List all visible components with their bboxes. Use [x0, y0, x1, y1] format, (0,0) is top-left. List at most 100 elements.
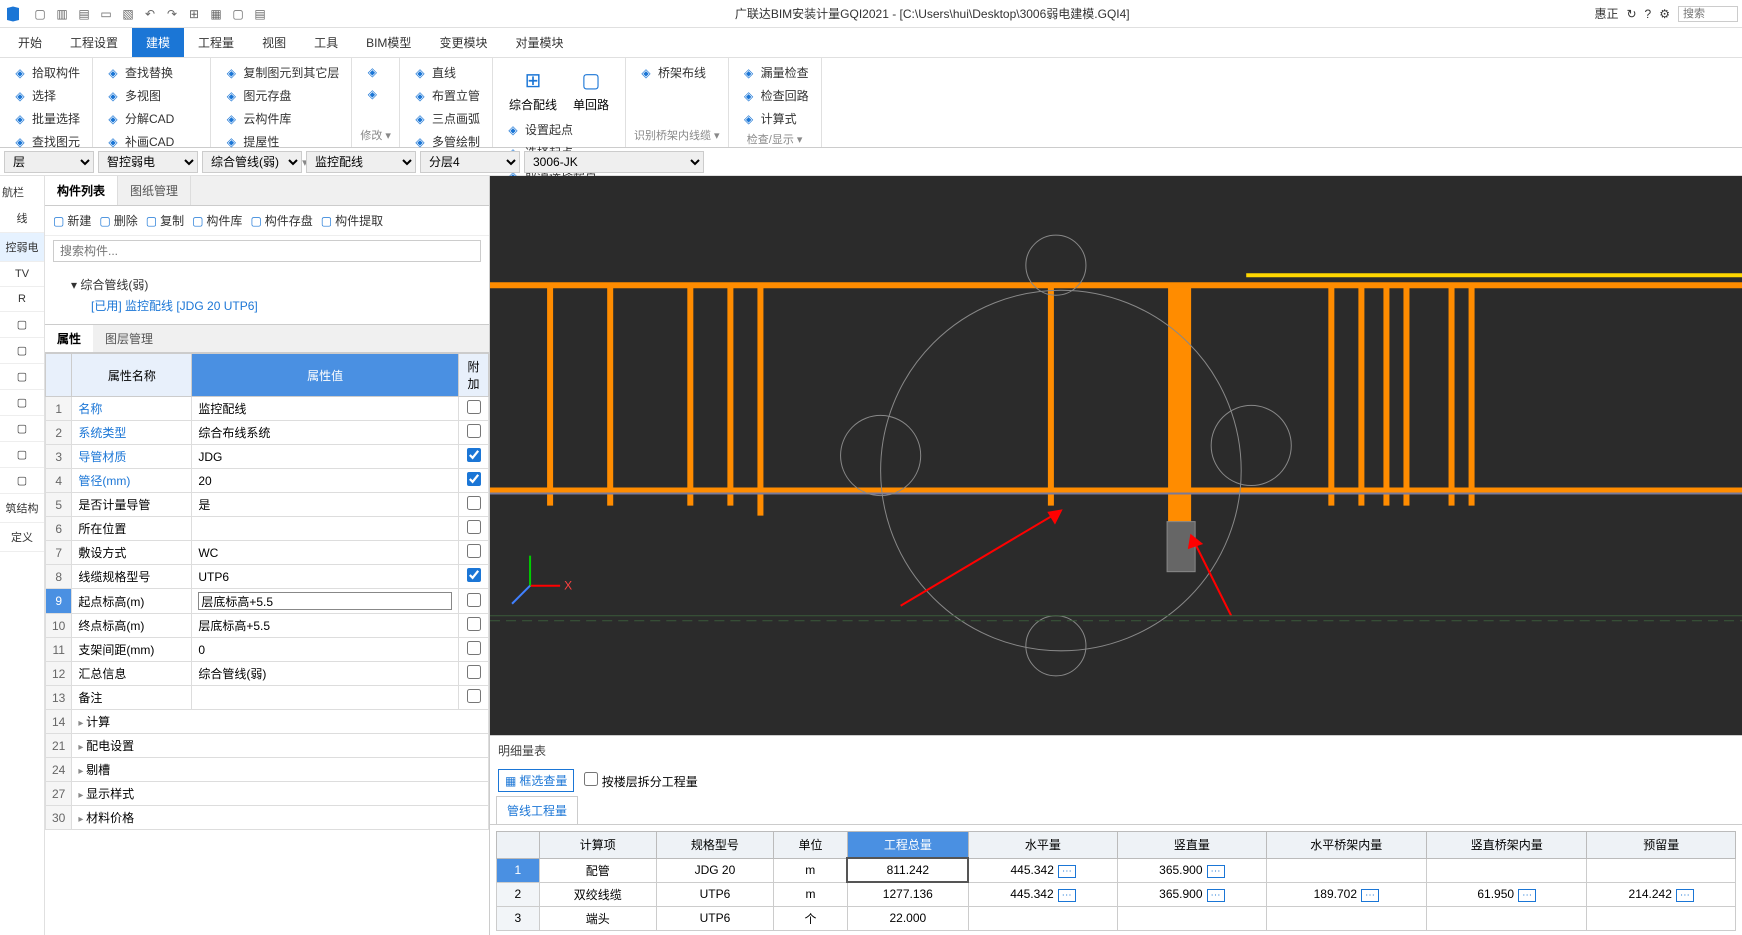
component-search-input[interactable] — [53, 240, 481, 262]
prop-add-checkbox[interactable] — [467, 496, 481, 510]
prop-row-index[interactable]: 6 — [46, 517, 72, 541]
prop-name[interactable]: 起点标高(m) — [72, 589, 192, 614]
selector-floor[interactable]: 层 — [4, 151, 94, 173]
more-icon[interactable]: ⋯ — [1058, 889, 1076, 902]
nav-item[interactable]: ▢ — [0, 364, 44, 390]
settings-icon[interactable]: ⚙ — [1659, 7, 1670, 21]
3d-canvas[interactable]: X — [490, 176, 1742, 735]
prop-name[interactable]: 管径(mm) — [72, 469, 192, 493]
menu-tab-工程量[interactable]: 工程量 — [184, 28, 248, 57]
ribbon-cmd[interactable]: ◈多视图 — [101, 85, 202, 106]
qat-redo-icon[interactable]: ↷ — [162, 4, 182, 24]
ribbon-group-label[interactable]: 识别桥架内线缆 ▾ — [634, 125, 720, 143]
detail-cell[interactable]: 个 — [774, 906, 848, 930]
menu-tab-工具[interactable]: 工具 — [300, 28, 352, 57]
ribbon-group-label[interactable]: 修改 ▾ — [360, 125, 391, 143]
detail-row-index[interactable]: 3 — [497, 906, 540, 930]
prop-name[interactable]: 配电设置 — [72, 734, 489, 758]
global-search-input[interactable] — [1678, 6, 1738, 22]
menu-tab-建模[interactable]: 建模 — [132, 28, 184, 57]
prop-row-index[interactable]: 30 — [46, 806, 72, 830]
prop-add-checkbox[interactable] — [467, 520, 481, 534]
prop-row-index[interactable]: 7 — [46, 541, 72, 565]
detail-row-index[interactable]: 1 — [497, 858, 540, 882]
prop-add-checkbox[interactable] — [467, 472, 481, 486]
ribbon-cmd[interactable]: ◈ — [360, 62, 391, 82]
detail-cell[interactable]: 双绞线缆 — [539, 882, 656, 906]
nav-item[interactable]: R — [0, 287, 44, 312]
prop-value[interactable]: 综合管线(弱) — [192, 662, 459, 686]
prop-row-index[interactable]: 4 — [46, 469, 72, 493]
nav-item[interactable]: 控弱电 — [0, 233, 44, 262]
prop-add-checkbox[interactable] — [467, 424, 481, 438]
prop-name[interactable]: 敷设方式 — [72, 541, 192, 565]
detail-cell[interactable] — [1587, 858, 1736, 882]
more-icon[interactable]: ⋯ — [1361, 889, 1379, 902]
ribbon-big-button[interactable]: ▢单回路 — [565, 62, 617, 117]
prop-row-index[interactable]: 11 — [46, 638, 72, 662]
detail-cell[interactable]: UTP6 — [656, 906, 773, 930]
nav-item[interactable]: 线 — [0, 204, 44, 233]
prop-add-checkbox[interactable] — [467, 593, 481, 607]
selector-comp[interactable]: 监控配线 — [306, 151, 416, 173]
ribbon-group-label[interactable]: 检查/显示 ▾ — [737, 129, 813, 147]
selector-layer[interactable]: 分层4 — [420, 151, 520, 173]
detail-cell[interactable] — [1266, 858, 1426, 882]
detail-cell[interactable]: m — [774, 858, 848, 882]
ribbon-cmd[interactable]: ◈漏量检查 — [737, 62, 813, 83]
prop-row-index[interactable]: 5 — [46, 493, 72, 517]
prop-name[interactable]: 支架间距(mm) — [72, 638, 192, 662]
prop-add-checkbox[interactable] — [467, 617, 481, 631]
ribbon-cmd[interactable]: ◈设置起点 — [501, 119, 617, 140]
prop-value[interactable]: 层底标高+5.5 — [192, 614, 459, 638]
nav-item[interactable]: 定义 — [0, 523, 44, 552]
detail-row-index[interactable]: 2 — [497, 882, 540, 906]
more-icon[interactable]: ⋯ — [1676, 889, 1694, 902]
prop-name[interactable]: 显示样式 — [72, 782, 489, 806]
nav-item[interactable]: ▢ — [0, 442, 44, 468]
menu-tab-开始[interactable]: 开始 — [4, 28, 56, 57]
detail-cell[interactable]: 189.702⋯ — [1266, 882, 1426, 906]
ribbon-cmd[interactable]: ◈计算式 — [737, 108, 813, 129]
prop-value[interactable]: 监控配线 — [192, 397, 459, 421]
detail-header[interactable]: 竖直桥架内量 — [1427, 832, 1587, 859]
prop-row-index[interactable]: 8 — [46, 565, 72, 589]
detail-header[interactable]: 规格型号 — [656, 832, 773, 859]
prop-name[interactable]: 系统类型 — [72, 421, 192, 445]
menu-tab-工程设置[interactable]: 工程设置 — [56, 28, 132, 57]
prop-row-index[interactable]: 9 — [46, 589, 72, 614]
component-tool-删除[interactable]: ▢删除 — [99, 212, 137, 229]
detail-cell[interactable]: m — [774, 882, 848, 906]
component-tab[interactable]: 图纸管理 — [118, 176, 191, 205]
prop-row-index[interactable]: 2 — [46, 421, 72, 445]
detail-cell[interactable]: 445.342⋯ — [968, 858, 1117, 882]
prop-add-checkbox[interactable] — [467, 448, 481, 462]
prop-add-checkbox[interactable] — [467, 568, 481, 582]
component-tool-构件存盘[interactable]: ▢构件存盘 — [250, 212, 312, 229]
prop-row-index[interactable]: 13 — [46, 686, 72, 710]
property-tab[interactable]: 图层管理 — [93, 325, 165, 352]
detail-tab-pipe[interactable]: 管线工程量 — [496, 796, 578, 824]
qat-table-icon[interactable]: ▢ — [228, 4, 248, 24]
prop-value[interactable]: 20 — [192, 469, 459, 493]
detail-header[interactable] — [497, 832, 540, 859]
ribbon-big-button[interactable]: ⊞综合配线 — [501, 62, 565, 117]
component-tab[interactable]: 构件列表 — [45, 176, 118, 205]
ribbon-cmd[interactable]: ◈补画CAD — [101, 131, 202, 152]
ribbon-cmd[interactable]: ◈三点画弧 — [408, 108, 484, 129]
qat-layout-icon[interactable]: ▦ — [206, 4, 226, 24]
detail-header[interactable]: 水平量 — [968, 832, 1117, 859]
detail-cell[interactable] — [1427, 906, 1587, 930]
prop-row-index[interactable]: 27 — [46, 782, 72, 806]
more-icon[interactable]: ⋯ — [1518, 889, 1536, 902]
prop-add-checkbox[interactable] — [467, 641, 481, 655]
prop-value[interactable] — [192, 589, 459, 614]
ribbon-cmd[interactable]: ◈拾取构件 — [8, 62, 84, 83]
detail-cell[interactable]: 811.242 — [847, 858, 968, 882]
detail-cell[interactable] — [1587, 906, 1736, 930]
detail-cell[interactable]: 365.900⋯ — [1118, 882, 1266, 906]
prop-name[interactable]: 名称 — [72, 397, 192, 421]
prop-value[interactable]: 综合布线系统 — [192, 421, 459, 445]
qat-open-icon[interactable]: ▥ — [52, 4, 72, 24]
ribbon-cmd[interactable]: ◈布置立管 — [408, 85, 484, 106]
